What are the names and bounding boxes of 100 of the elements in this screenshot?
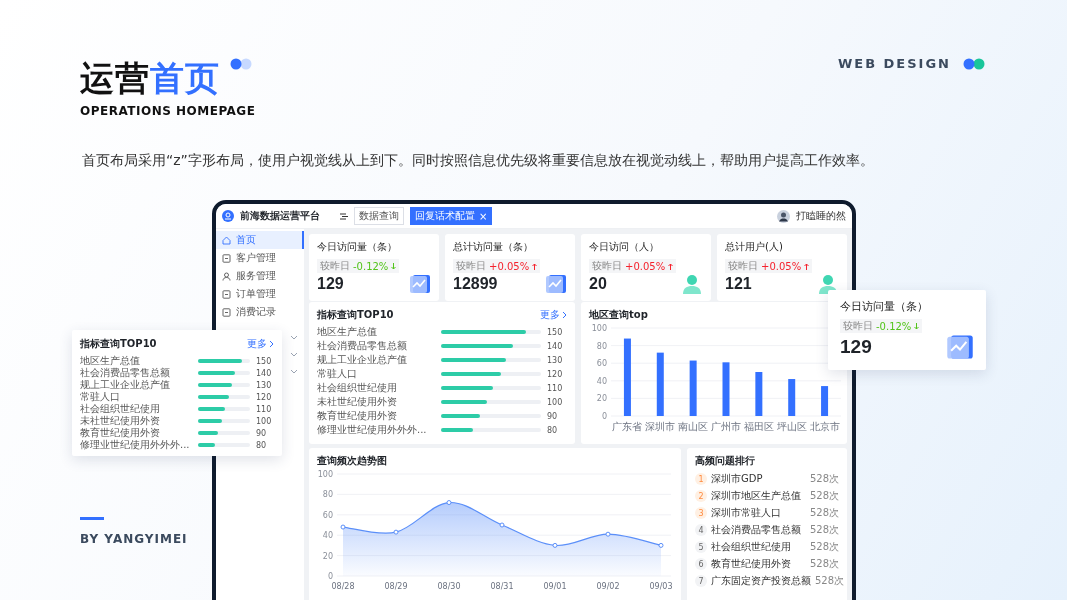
indicator-label: 教育世纪使用外资 <box>317 409 398 423</box>
date-label: 08/31 <box>490 582 514 591</box>
query-count: 528次 <box>809 540 839 554</box>
indicator-value: 150 <box>256 356 273 366</box>
tick-label: 80 <box>596 341 607 351</box>
category-label: 北京市 <box>809 421 840 432</box>
tab[interactable]: 回复话术配置 × <box>410 207 493 225</box>
page-subtitle: OPERATIONS HOMEPAGE <box>80 104 256 118</box>
stat-title: 今日访问（人） <box>589 240 660 254</box>
stat-title: 总计用户(人) <box>725 240 784 254</box>
logo-icon <box>222 210 234 222</box>
chart-check-icon <box>409 273 431 295</box>
more-link[interactable]: 更多 <box>540 308 567 322</box>
tick-label: 20 <box>596 394 607 404</box>
stat-title: 今日访问量（条） <box>317 240 398 254</box>
indicator-label: 社会组织世纪使用 <box>317 381 398 395</box>
change-badge: 较昨日 -0.12% <box>317 259 400 273</box>
change-badge: 较昨日 -0.12% <box>840 319 923 333</box>
sidebar-item[interactable]: 客户管理 <box>216 249 304 267</box>
date-label: 09/03 <box>649 582 673 591</box>
indicator-value: 80 <box>256 440 268 450</box>
data-point <box>446 500 452 506</box>
menu-icon[interactable] <box>340 212 348 220</box>
document-icon <box>222 253 231 263</box>
indicator-label: 未社世纪使用外资 <box>317 395 398 409</box>
tick-label: 80 <box>322 490 333 500</box>
person-icon <box>222 271 231 281</box>
indicator-value: 120 <box>256 392 273 402</box>
tab[interactable]: 数据查询 <box>354 207 404 225</box>
arrow-up-icon <box>668 262 674 270</box>
sidebar-item[interactable]: 服务管理 <box>216 267 304 285</box>
category-label: 广州市 <box>711 421 741 432</box>
date-label: 09/02 <box>596 582 620 591</box>
query-count: 528次 <box>815 574 845 588</box>
bar <box>788 379 796 416</box>
page-title: 运营首页 <box>80 57 220 100</box>
data-point <box>552 542 558 548</box>
stat-value: 20 <box>589 275 607 293</box>
indicator-label: 常驻人口 <box>317 367 358 381</box>
data-point <box>658 542 664 548</box>
indicator-value: 150 <box>547 327 564 337</box>
data-point <box>605 531 611 537</box>
question-name: 深圳市常驻人口 <box>711 506 782 520</box>
stat-value: 121 <box>725 275 752 293</box>
card-title: 地区查询top <box>589 308 649 322</box>
indicator-label: 社会组织世纪使用 <box>80 402 161 415</box>
tick-label: 60 <box>596 359 607 369</box>
question-name: 社会组织世纪使用 <box>711 540 792 554</box>
sidebar-item[interactable]: 首页 <box>216 231 304 249</box>
indicator-label: 教育世纪使用外资 <box>80 426 161 439</box>
indicator-value: 100 <box>256 416 273 426</box>
question-name: 深圳市地区生产总值 <box>711 489 802 503</box>
indicator-value: 80 <box>547 425 559 435</box>
indicator-value: 140 <box>256 368 273 378</box>
data-point <box>499 522 505 528</box>
chevron-down-icon <box>290 352 298 357</box>
query-count: 528次 <box>809 489 839 503</box>
category-label: 广东省 <box>612 421 643 432</box>
category-label: 福田区 <box>743 421 774 432</box>
data-point <box>393 529 399 535</box>
question-name: 深圳市GDP <box>711 472 764 486</box>
date-label: 08/30 <box>437 582 461 591</box>
sidebar-item[interactable]: 订单管理 <box>216 285 304 303</box>
description: 首页布局采用“z”字形布局，使用户视觉线从上到下。同时按照信息优先级将重要信息放在视觉动线上，帮助用户提高工作效率。 <box>82 152 874 170</box>
stat-title: 总计访问量（条） <box>453 240 534 254</box>
bar <box>821 386 829 416</box>
app-name: 前海数据运营平台 <box>240 209 320 223</box>
tick-label: 0 <box>601 412 607 421</box>
indicator-value: 90 <box>547 411 559 421</box>
indicator-value: 130 <box>256 380 273 390</box>
arrow-up-icon <box>532 262 538 270</box>
tick-label: 40 <box>596 376 607 386</box>
author-credit: BY YANGYIMEI <box>80 532 188 546</box>
sidebar-item[interactable]: 消费记录 <box>216 303 304 321</box>
chevron-right-icon <box>269 340 274 348</box>
stat-value: 129 <box>840 336 872 358</box>
category-label: 南山区 <box>678 421 709 432</box>
card-title: 查询频次趋势图 <box>317 454 388 468</box>
indicator-value: 100 <box>547 397 564 407</box>
date-label: 08/29 <box>384 582 408 591</box>
query-count: 528次 <box>809 506 839 520</box>
rank-number: 1 <box>695 473 707 485</box>
stat-title: 今日访问量（条） <box>840 299 929 314</box>
indicator-label: 社会消费品零售总额 <box>80 366 171 379</box>
home-icon <box>222 235 231 245</box>
category-label: 深圳市 <box>645 421 676 432</box>
bar <box>656 352 664 416</box>
chevron-right-icon <box>562 311 567 319</box>
rank-number: 7 <box>695 575 707 587</box>
card-title: 高频问题排行 <box>695 454 756 468</box>
indicator-value: 90 <box>256 428 268 438</box>
indicator-value: 120 <box>547 369 564 379</box>
card-title: 指标查询TOP10 <box>317 308 394 322</box>
indicator-value: 140 <box>547 341 564 351</box>
avatar-icon[interactable] <box>777 209 790 223</box>
tick-label: 40 <box>322 531 333 541</box>
chevron-down-icon <box>290 369 298 374</box>
indicator-label: 修理业世纪使用外外外... <box>317 423 428 437</box>
change-badge: 较昨日 +0.05% <box>725 259 813 273</box>
more-link[interactable]: 更多 <box>247 337 274 351</box>
